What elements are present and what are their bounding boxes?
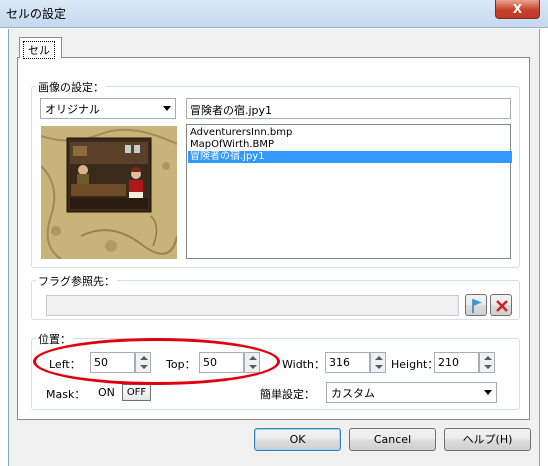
height-value: 210 [438, 356, 459, 369]
list-item-file-selected[interactable]: 冒険者の宿.jpy1 [188, 151, 512, 163]
clear-icon [496, 300, 508, 312]
width-spinner[interactable] [370, 352, 386, 373]
cancel-button[interactable]: Cancel [349, 428, 436, 451]
tab-cell-label: セル [23, 41, 55, 59]
parchment-map-image [41, 126, 177, 259]
title-bar: セルの設定 [0, 0, 548, 28]
image-preview [41, 126, 177, 259]
height-spinner[interactable] [479, 352, 495, 373]
window-title: セルの設定 [6, 7, 67, 21]
chevron-down-icon [484, 390, 492, 395]
list-item-file[interactable]: AdventurersInn.bmp [188, 127, 512, 139]
flag-select-button[interactable] [465, 294, 487, 316]
image-source-select[interactable]: オリジナル [40, 98, 176, 119]
width-input[interactable]: 316 [325, 352, 370, 373]
flag-icon [472, 299, 482, 313]
flag-group-label: フラグ参照先： [36, 273, 117, 289]
image-filename-field[interactable]: 冒険者の宿.jpy1 [186, 98, 511, 119]
tavern-scene [66, 137, 152, 213]
image-filename-value: 冒険者の宿.jpy1 [190, 104, 273, 117]
mask-on-option[interactable]: ON [98, 386, 115, 399]
help-button[interactable]: ヘルプ(H) [444, 428, 531, 451]
simple-setting-select[interactable]: カスタム [326, 382, 497, 403]
spin-down-icon [375, 365, 383, 369]
width-label: Width： [282, 358, 325, 371]
chevron-down-icon [163, 106, 171, 111]
list-item-file[interactable]: MapOfWirth.BMP [188, 139, 512, 151]
spin-up-icon [375, 356, 383, 360]
tab-cell[interactable]: セル [19, 37, 62, 59]
simple-setting-value: カスタム [331, 387, 375, 400]
spin-up-icon [484, 356, 492, 360]
simple-setting-label: 簡単設定： [260, 388, 315, 401]
flag-clear-button[interactable] [490, 294, 512, 316]
image-source-value: オリジナル [45, 103, 100, 116]
close-icon: X [512, 2, 523, 16]
image-settings-label: 画像の設定： [36, 79, 106, 95]
mask-off-toggle[interactable]: OFF [122, 384, 151, 401]
width-value: 316 [329, 356, 350, 369]
height-label: Height： [391, 358, 439, 371]
annotation-ellipse [33, 338, 280, 385]
flag-reference-field[interactable] [46, 295, 459, 316]
mask-label: Mask： [46, 388, 86, 401]
close-button[interactable]: X [495, 0, 540, 19]
file-list[interactable]: AdventurersInn.bmp MapOfWirth.BMP 冒険者の宿.… [186, 124, 512, 259]
spin-down-icon [484, 365, 492, 369]
ok-button[interactable]: OK [254, 428, 341, 451]
height-input[interactable]: 210 [434, 352, 479, 373]
